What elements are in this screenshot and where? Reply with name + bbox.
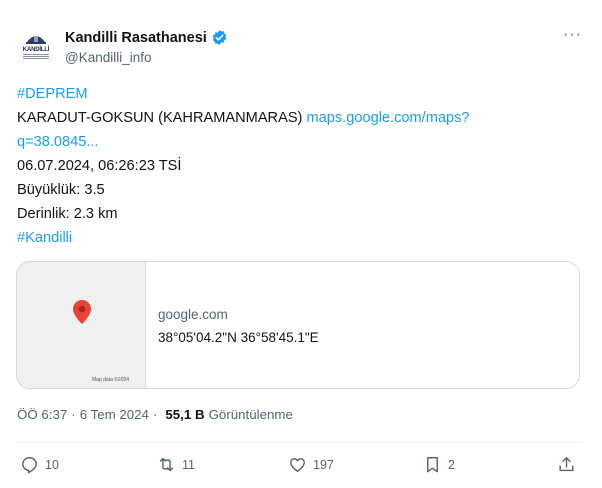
reply-button[interactable]: 10	[20, 455, 59, 474]
meta-separator: ·	[71, 407, 76, 422]
author-name-row: Kandilli Rasathanesi	[65, 29, 228, 46]
author-display-name[interactable]: Kandilli Rasathanesi	[65, 30, 207, 46]
hashtag-kandilli[interactable]: #Kandilli	[17, 230, 72, 246]
map-pin-icon	[73, 300, 91, 324]
map-credit: Map data ©2024	[92, 377, 130, 383]
tweet-time[interactable]: ÖÖ 6:37	[17, 407, 67, 422]
observatory-emblem-icon	[26, 34, 46, 44]
hashtag-deprem[interactable]: #DEPREM	[17, 86, 88, 102]
reply-count: 10	[45, 457, 59, 472]
author-handle[interactable]: @Kandilli_info	[65, 50, 152, 65]
bookmark-button[interactable]: 2	[423, 455, 455, 474]
repost-button[interactable]: 11	[157, 455, 195, 474]
verified-icon	[212, 30, 226, 45]
avatar-logo-lines	[23, 54, 49, 60]
views-label: Görüntülenme	[208, 407, 293, 422]
share-button[interactable]	[557, 455, 576, 474]
tweet-text: #DEPREM KARADUT-GOKSUN (KAHRAMANMARAS) m…	[17, 82, 577, 250]
avatar[interactable]: KANDİLLİ	[16, 26, 56, 66]
bookmark-icon	[427, 457, 438, 473]
like-button[interactable]: 197	[288, 455, 334, 474]
map-thumbnail: Map data ©2024	[17, 262, 146, 388]
repost-count: 11	[182, 457, 195, 472]
datetime-text: 06.07.2024, 06:26:23 TSİ	[17, 158, 182, 174]
link-preview-card[interactable]: Map data ©2024 google.com 38°05'04.2"N 3…	[16, 261, 580, 389]
like-count: 197	[313, 457, 334, 472]
card-domain: google.com	[158, 307, 228, 322]
meta-separator: ·	[152, 407, 158, 422]
magnitude-text: Büyüklük: 3.5	[17, 182, 105, 198]
card-title: 38°05'04.2"N 36°58'45.1"E	[158, 330, 319, 345]
views-count: 55,1 B	[165, 407, 205, 422]
bookmark-count: 2	[448, 457, 455, 472]
depth-text: Derinlik: 2.3 km	[17, 206, 118, 222]
tweet-date[interactable]: 6 Tem 2024	[80, 407, 149, 422]
more-icon[interactable]: ···	[563, 26, 582, 44]
divider	[16, 441, 582, 442]
maps-link-part1[interactable]: maps.google.com/maps?	[306, 110, 469, 126]
tweet[interactable]: KANDİLLİ Kandilli Rasathanesi @Kandilli_…	[0, 0, 602, 488]
reply-icon	[22, 457, 37, 474]
maps-link-part2[interactable]: q=38.0845...	[17, 134, 99, 150]
tweet-meta: ÖÖ 6:37 · 6 Tem 2024 · 55,1 B Görüntülen…	[17, 407, 293, 422]
share-icon	[559, 457, 574, 472]
repost-icon	[159, 457, 174, 472]
avatar-logo-text: KANDİLLİ	[22, 47, 50, 53]
like-icon	[290, 458, 305, 472]
location-text: KARADUT-GOKSUN (KAHRAMANMARAS)	[17, 110, 303, 126]
